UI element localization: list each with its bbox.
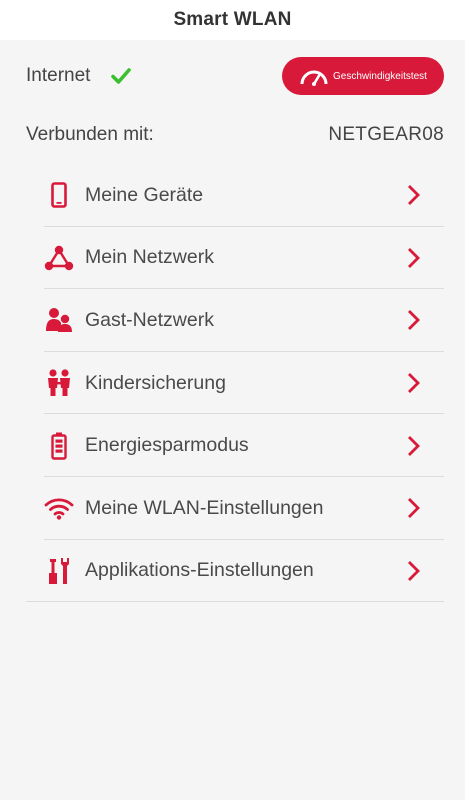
main-menu: Meine Geräte Mein Netzwerk Gast-Netzwerk… <box>0 164 465 602</box>
family-icon <box>44 368 74 398</box>
chevron-right-icon <box>402 559 424 583</box>
page-title: Smart WLAN <box>173 9 292 30</box>
menu-item-label: Meine WLAN-Einstellungen <box>85 496 324 519</box>
battery-icon <box>44 431 74 461</box>
chevron-right-icon <box>402 183 424 207</box>
guests-icon <box>44 305 74 335</box>
speedometer-icon <box>299 66 329 86</box>
menu-item-label: Gast-Netzwerk <box>85 308 214 331</box>
menu-item-mein-netzwerk[interactable]: Mein Netzwerk <box>0 227 465 290</box>
menu-item-label: Meine Geräte <box>85 183 204 206</box>
speedtest-button[interactable]: Geschwindigkeitstest <box>282 57 444 95</box>
menu-item-meine-geraete[interactable]: Meine Geräte <box>0 164 465 227</box>
chevron-right-icon <box>402 371 424 395</box>
chevron-right-icon <box>402 496 424 520</box>
chevron-right-icon <box>402 434 424 458</box>
navigation-bar: Smart WLAN <box>0 0 465 40</box>
menu-item-label: Mein Netzwerk <box>85 246 214 269</box>
checkmark-icon <box>110 65 132 87</box>
menu-item-label: Energiesparmodus <box>85 434 249 457</box>
tools-icon <box>44 556 74 586</box>
chevron-right-icon <box>402 246 424 270</box>
chevron-right-icon <box>402 308 424 332</box>
menu-item-energiesparmodus[interactable]: Energiesparmodus <box>0 414 465 477</box>
menu-item-kindersicherung[interactable]: Kindersicherung <box>0 352 465 415</box>
menu-item-wlan-einstellungen[interactable]: Meine WLAN-Einstellungen <box>0 477 465 540</box>
internet-status-row: Internet Geschwindigkeitstest <box>26 56 444 96</box>
speedtest-label: Geschwindigkeitstest <box>333 70 427 82</box>
connected-network-name: NETGEAR08 <box>328 124 444 145</box>
phone-icon <box>44 180 74 210</box>
wifi-icon <box>44 493 74 523</box>
network-icon <box>44 243 74 273</box>
internet-label: Internet <box>26 65 91 86</box>
menu-item-label: Applikations-Einstellungen <box>85 559 314 582</box>
menu-item-label: Kindersicherung <box>85 371 226 394</box>
connection-info-row: Verbunden mit: NETGEAR08 <box>26 120 444 150</box>
menu-item-gast-netzwerk[interactable]: Gast-Netzwerk <box>0 289 465 352</box>
connected-label: Verbunden mit: <box>26 124 154 145</box>
menu-item-applikations-einstellungen[interactable]: Applikations-Einstellungen <box>0 540 465 603</box>
